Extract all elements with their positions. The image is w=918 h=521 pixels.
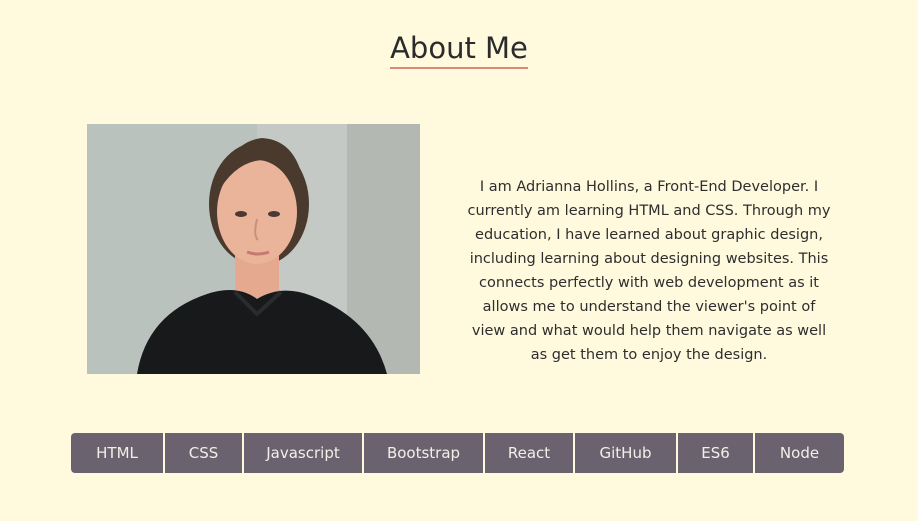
page-title: About Me — [390, 30, 528, 69]
profile-photo — [87, 124, 420, 374]
skills-bar: HTML CSS Javascript Bootstrap React GitH… — [71, 433, 844, 473]
bio-text: I am Adrianna Hollins, a Front-End Devel… — [467, 179, 831, 363]
page-header: About Me — [0, 30, 918, 69]
skill-react-button[interactable]: React — [485, 433, 575, 473]
portrait-image — [87, 124, 420, 374]
skill-es6-button[interactable]: ES6 — [678, 433, 755, 473]
skill-bootstrap-button[interactable]: Bootstrap — [364, 433, 485, 473]
skill-github-button[interactable]: GitHub — [575, 433, 678, 473]
skill-node-button[interactable]: Node — [755, 433, 844, 473]
skill-javascript-button[interactable]: Javascript — [244, 433, 364, 473]
skill-html-button[interactable]: HTML — [71, 433, 165, 473]
skill-css-button[interactable]: CSS — [165, 433, 244, 473]
